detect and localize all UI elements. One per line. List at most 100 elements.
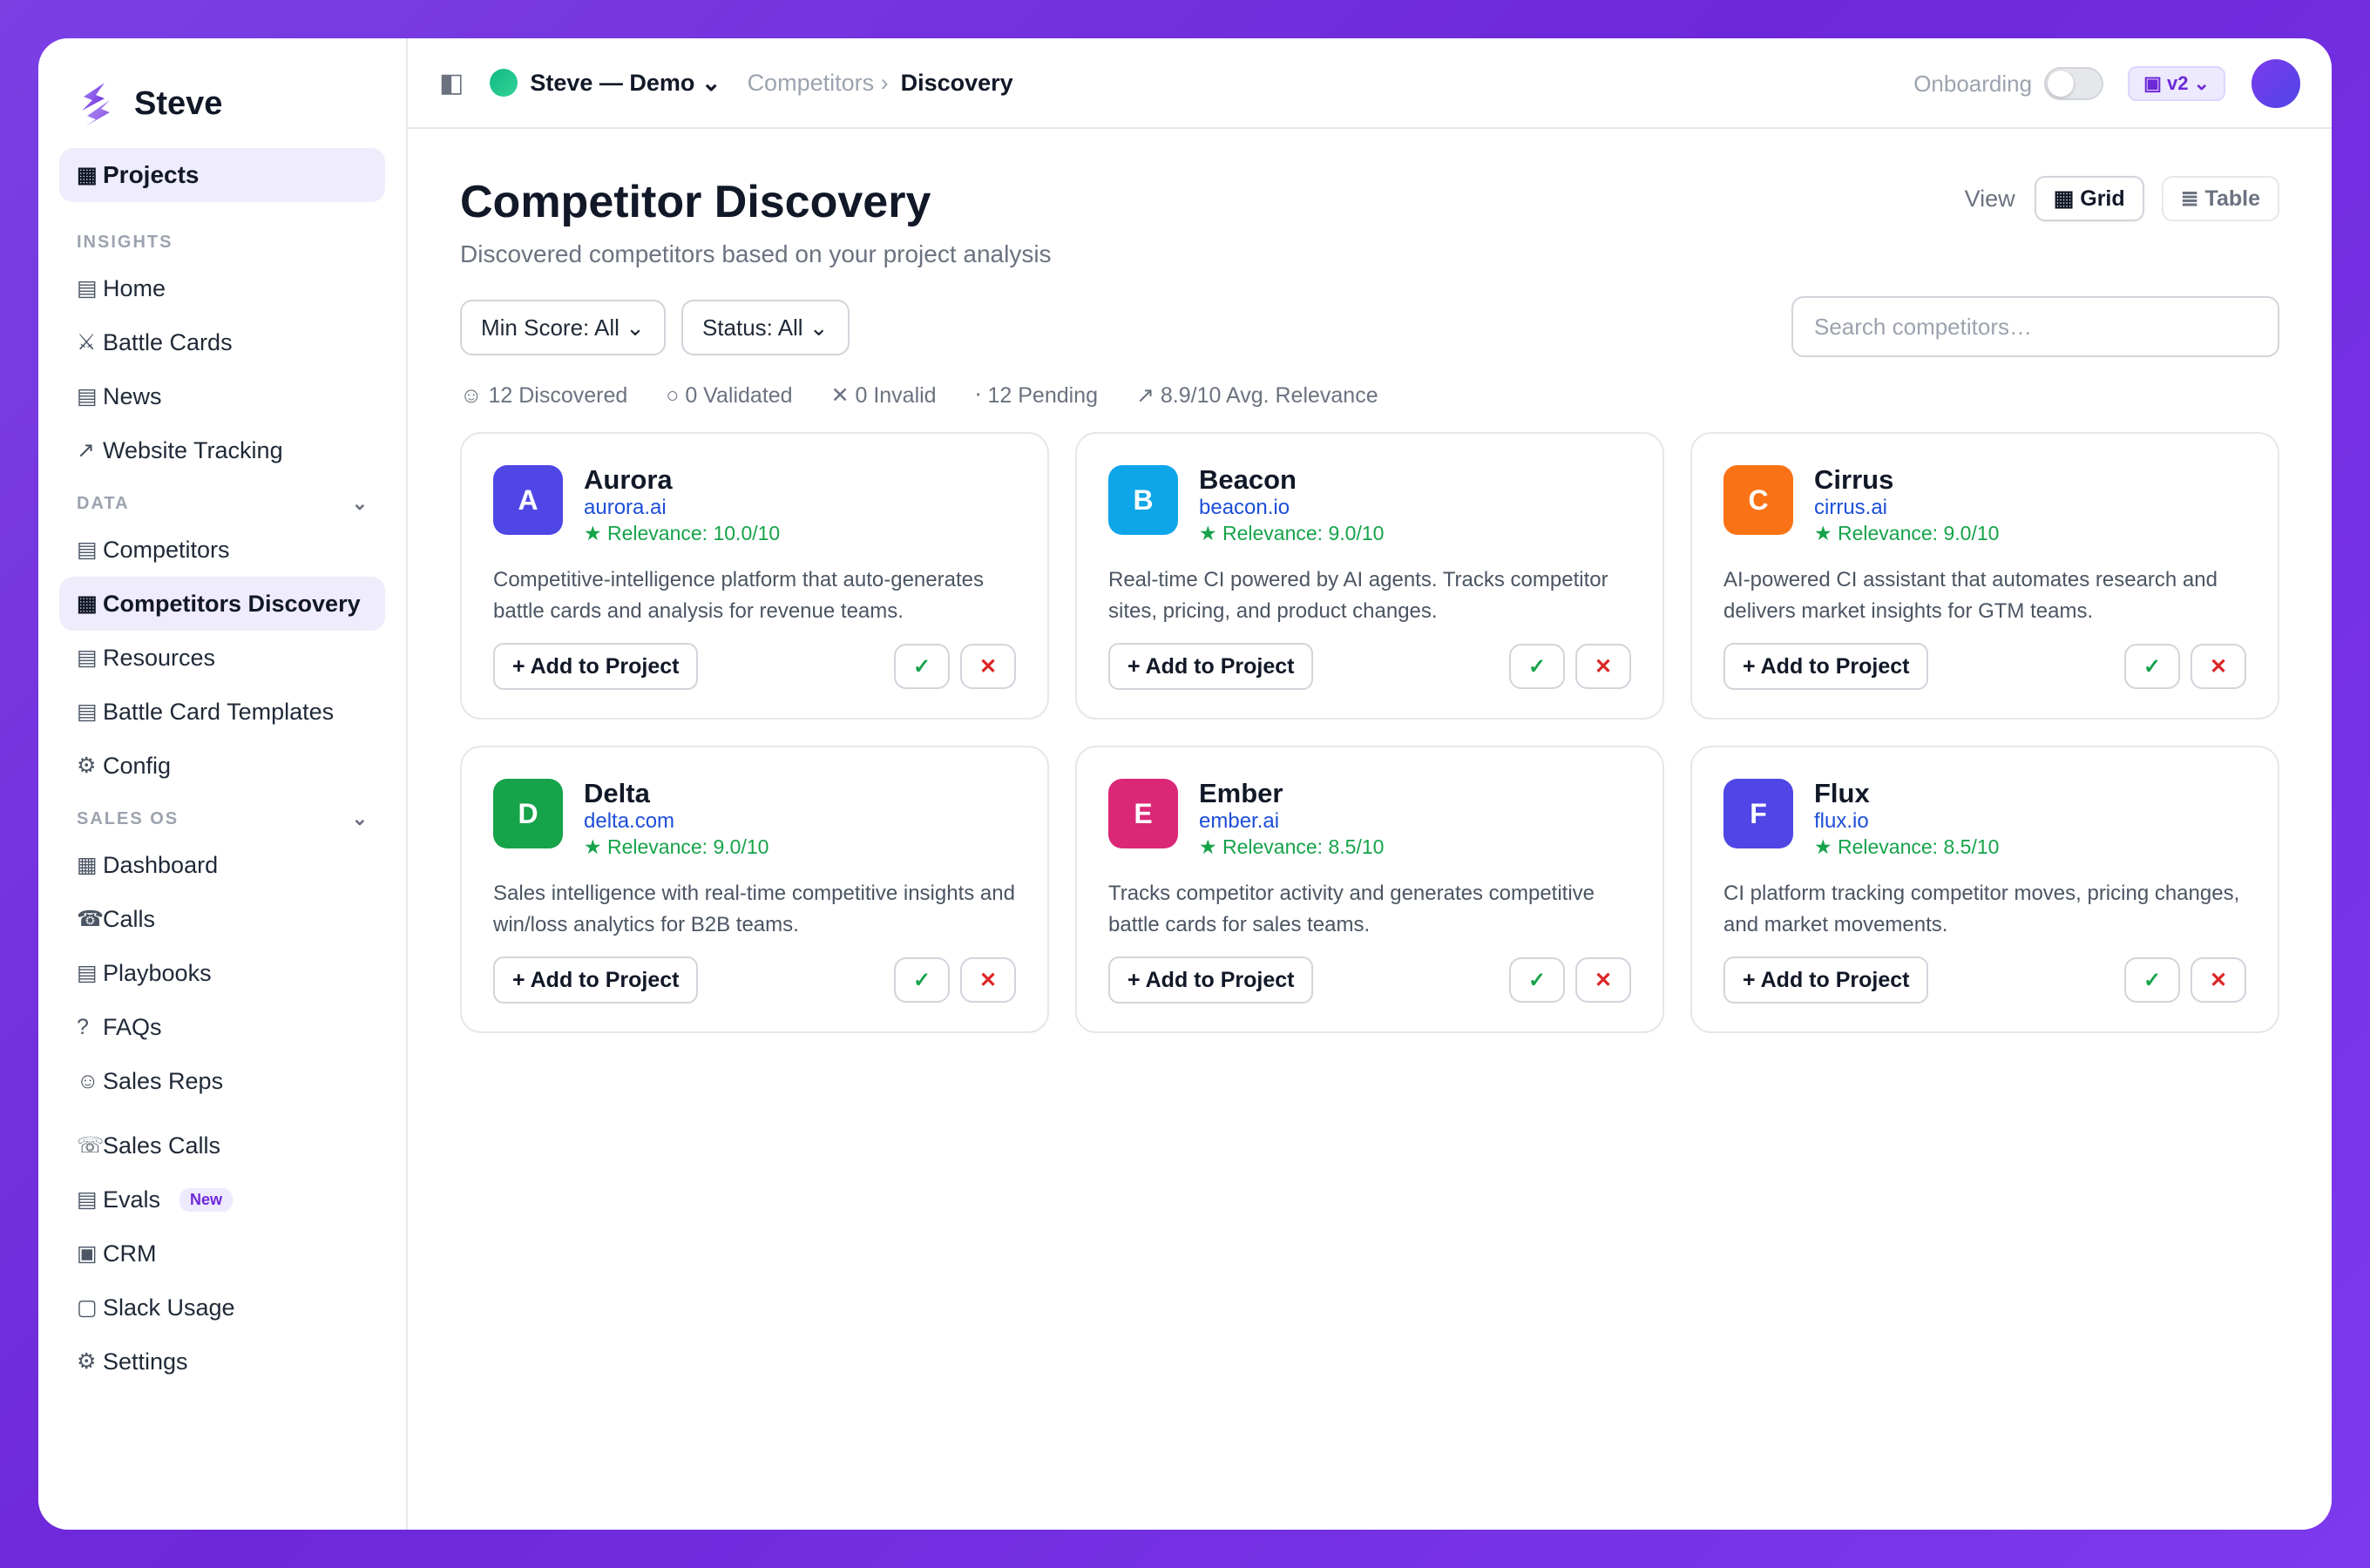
sidebar-item-sales-calls[interactable]: ☏ Sales Calls bbox=[59, 1119, 385, 1173]
check-icon: ✓ bbox=[912, 968, 931, 992]
project-selector[interactable]: Steve — Demo ⌄ bbox=[530, 70, 721, 97]
competitor-card[interactable]: A Aurora aurora.ai ★ Relevance: 10.0/10 … bbox=[460, 432, 1049, 720]
approve-button[interactable]: ✓ bbox=[894, 957, 950, 1003]
status-filter[interactable]: Status: All ⌄ bbox=[681, 300, 850, 355]
stat-pending: ‧ 12 Pending bbox=[974, 383, 1098, 408]
crm-icon: ▣ bbox=[77, 1241, 98, 1266]
competitor-card[interactable]: D Delta delta.com ★ Relevance: 9.0/10 Sa… bbox=[460, 746, 1049, 1033]
reject-button[interactable]: ✕ bbox=[960, 957, 1016, 1003]
sidebar-item-label: Battle Card Templates bbox=[103, 698, 335, 725]
sidebar-item-playbooks[interactable]: ▤ Playbooks bbox=[59, 946, 385, 1000]
sidebar-item-website-tracking[interactable]: ↗ Website Tracking bbox=[59, 423, 385, 477]
sidebar-item-resources[interactable]: ▤ Resources bbox=[59, 631, 385, 685]
check-icon: ✓ bbox=[1527, 968, 1547, 992]
competitor-card[interactable]: E Ember ember.ai ★ Relevance: 8.5/10 Tra… bbox=[1075, 746, 1664, 1033]
sidebar-item-crm[interactable]: ▣ CRM bbox=[59, 1227, 385, 1281]
sidebar-item-settings[interactable]: ⚙ Settings bbox=[59, 1335, 385, 1389]
add-to-project-button[interactable]: + Add to Project bbox=[1723, 956, 1929, 1004]
approve-button[interactable]: ✓ bbox=[2124, 644, 2180, 689]
list-icon: ▤ bbox=[77, 700, 98, 724]
onboarding-label: Onboarding bbox=[1913, 70, 2033, 97]
sidebar-item-label: Battle Cards bbox=[103, 328, 233, 355]
sidebar-item-projects[interactable]: ▦ Projects bbox=[59, 148, 385, 202]
competitor-card[interactable]: B Beacon beacon.io ★ Relevance: 9.0/10 R… bbox=[1075, 432, 1664, 720]
competitor-card[interactable]: C Cirrus cirrus.ai ★ Relevance: 9.0/10 A… bbox=[1690, 432, 2279, 720]
competitor-logo: D bbox=[493, 779, 563, 848]
content: Competitor Discovery Discovered competit… bbox=[408, 129, 2332, 1033]
sidebar-item-config[interactable]: ⚙ Config bbox=[59, 739, 385, 793]
stat-discovered: ☺ 12 Discovered bbox=[460, 382, 628, 408]
competitor-url[interactable]: flux.io bbox=[1814, 808, 1999, 835]
reject-button[interactable]: ✕ bbox=[960, 644, 1016, 689]
brand[interactable]: Steve bbox=[59, 70, 385, 138]
reject-button[interactable]: ✕ bbox=[1575, 644, 1631, 689]
add-to-project-button[interactable]: + Add to Project bbox=[493, 956, 699, 1004]
competitor-url[interactable]: beacon.io bbox=[1199, 495, 1384, 521]
breadcrumb-current: Discovery bbox=[900, 69, 1013, 96]
onboarding-toggle[interactable] bbox=[2044, 67, 2104, 100]
add-to-project-button[interactable]: + Add to Project bbox=[1108, 956, 1314, 1004]
competitor-url[interactable]: ember.ai bbox=[1199, 808, 1384, 835]
add-to-project-button[interactable]: + Add to Project bbox=[1723, 643, 1929, 690]
search-input[interactable] bbox=[1791, 296, 2279, 357]
sidebar-item-label: Resources bbox=[103, 644, 216, 671]
chevron-down-icon[interactable]: ⌄ bbox=[352, 808, 368, 830]
sidebar-item-label: Sales Reps bbox=[103, 1067, 224, 1094]
new-badge: New bbox=[179, 1187, 234, 1212]
insights-list: ▤ Home ⚔ Battle Cards ▤ News ↗ Website Tracking bbox=[59, 261, 385, 477]
sidebar-toggle-icon[interactable]: ◧ bbox=[439, 68, 464, 98]
sidebar-item-competitors[interactable]: ▤ Competitors bbox=[59, 523, 385, 577]
check-icon: ✓ bbox=[912, 654, 931, 679]
view-grid-button[interactable]: ▦ Grid bbox=[2034, 176, 2144, 221]
sidebar-item-battle-cards[interactable]: ⚔ Battle Cards bbox=[59, 315, 385, 369]
competitor-card[interactable]: F Flux flux.io ★ Relevance: 8.5/10 CI pl… bbox=[1690, 746, 2279, 1033]
reject-button[interactable]: ✕ bbox=[2191, 957, 2246, 1003]
relevance-score: ★ Relevance: 8.5/10 bbox=[1814, 835, 2000, 858]
version-selector[interactable]: ▣ v2 ⌄ bbox=[2128, 66, 2225, 101]
approve-button[interactable]: ✓ bbox=[894, 644, 950, 689]
sidebar-item-sales-reps[interactable]: ☺ Sales Reps bbox=[59, 1054, 385, 1108]
reject-button[interactable]: ✕ bbox=[1575, 957, 1631, 1003]
relevance-score: ★ Relevance: 9.0/10 bbox=[584, 835, 769, 858]
close-icon: ✕ bbox=[1594, 654, 1613, 679]
competitor-logo: F bbox=[1723, 779, 1793, 848]
competitor-name: Beacon bbox=[1199, 464, 1297, 495]
approve-button[interactable]: ✓ bbox=[1509, 644, 1565, 689]
section-sales-os[interactable]: SALES OS ⌄ bbox=[59, 800, 385, 838]
list-icon: ▤ bbox=[77, 276, 98, 301]
close-icon: ✕ bbox=[978, 654, 998, 679]
sidebar-item-competitors-discovery[interactable]: ▦ Competitors Discovery bbox=[59, 577, 385, 631]
sidebar-item-dashboard[interactable]: ▦ Dashboard bbox=[59, 838, 385, 892]
competitor-url[interactable]: cirrus.ai bbox=[1814, 495, 1999, 521]
section-label: SALES OS bbox=[77, 808, 179, 828]
breadcrumb-competitors[interactable]: Competitors › bbox=[748, 70, 889, 97]
competitor-url[interactable]: aurora.ai bbox=[584, 495, 780, 521]
competitor-url[interactable]: delta.com bbox=[584, 808, 769, 835]
check-icon: ✓ bbox=[2143, 968, 2162, 992]
sidebar-item-faqs[interactable]: ? FAQs bbox=[59, 1000, 385, 1054]
competitor-description: CI platform tracking competitor moves, p… bbox=[1723, 882, 2240, 936]
sidebar-item-calls[interactable]: ☎ Calls bbox=[59, 892, 385, 946]
chevron-down-icon[interactable]: ⌄ bbox=[352, 492, 368, 515]
app-name: Steve bbox=[134, 84, 223, 122]
approve-button[interactable]: ✓ bbox=[1509, 957, 1565, 1003]
approve-button[interactable]: ✓ bbox=[2124, 957, 2180, 1003]
view-table-button[interactable]: ≣ Table bbox=[2161, 176, 2279, 221]
reject-button[interactable]: ✕ bbox=[2191, 644, 2246, 689]
add-to-project-button[interactable]: + Add to Project bbox=[1108, 643, 1314, 690]
sidebar-item-battle-card-templates[interactable]: ▤ Battle Card Templates bbox=[59, 685, 385, 739]
avatar[interactable] bbox=[2252, 59, 2300, 108]
sidebar-item-home[interactable]: ▤ Home bbox=[59, 261, 385, 315]
close-icon: ✕ bbox=[978, 968, 998, 992]
card-meta: Delta delta.com ★ Relevance: 9.0/10 bbox=[584, 779, 769, 859]
sidebar-item-label: CRM bbox=[103, 1240, 157, 1267]
card-meta: Cirrus cirrus.ai ★ Relevance: 9.0/10 bbox=[1814, 465, 1999, 545]
add-to-project-button[interactable]: + Add to Project bbox=[493, 643, 699, 690]
sidebar-item-slack-usage[interactable]: ▢ Slack Usage bbox=[59, 1281, 385, 1335]
sidebar-item-label: FAQs bbox=[103, 1013, 162, 1040]
min-score-filter[interactable]: Min Score: All ⌄ bbox=[460, 300, 666, 355]
section-data[interactable]: DATA ⌄ bbox=[59, 484, 385, 523]
sidebar-item-news[interactable]: ▤ News bbox=[59, 369, 385, 423]
sidebar-item-evals[interactable]: ▤ Evals New bbox=[59, 1173, 385, 1227]
relevance-score: ★ Relevance: 9.0/10 bbox=[1814, 522, 2000, 544]
